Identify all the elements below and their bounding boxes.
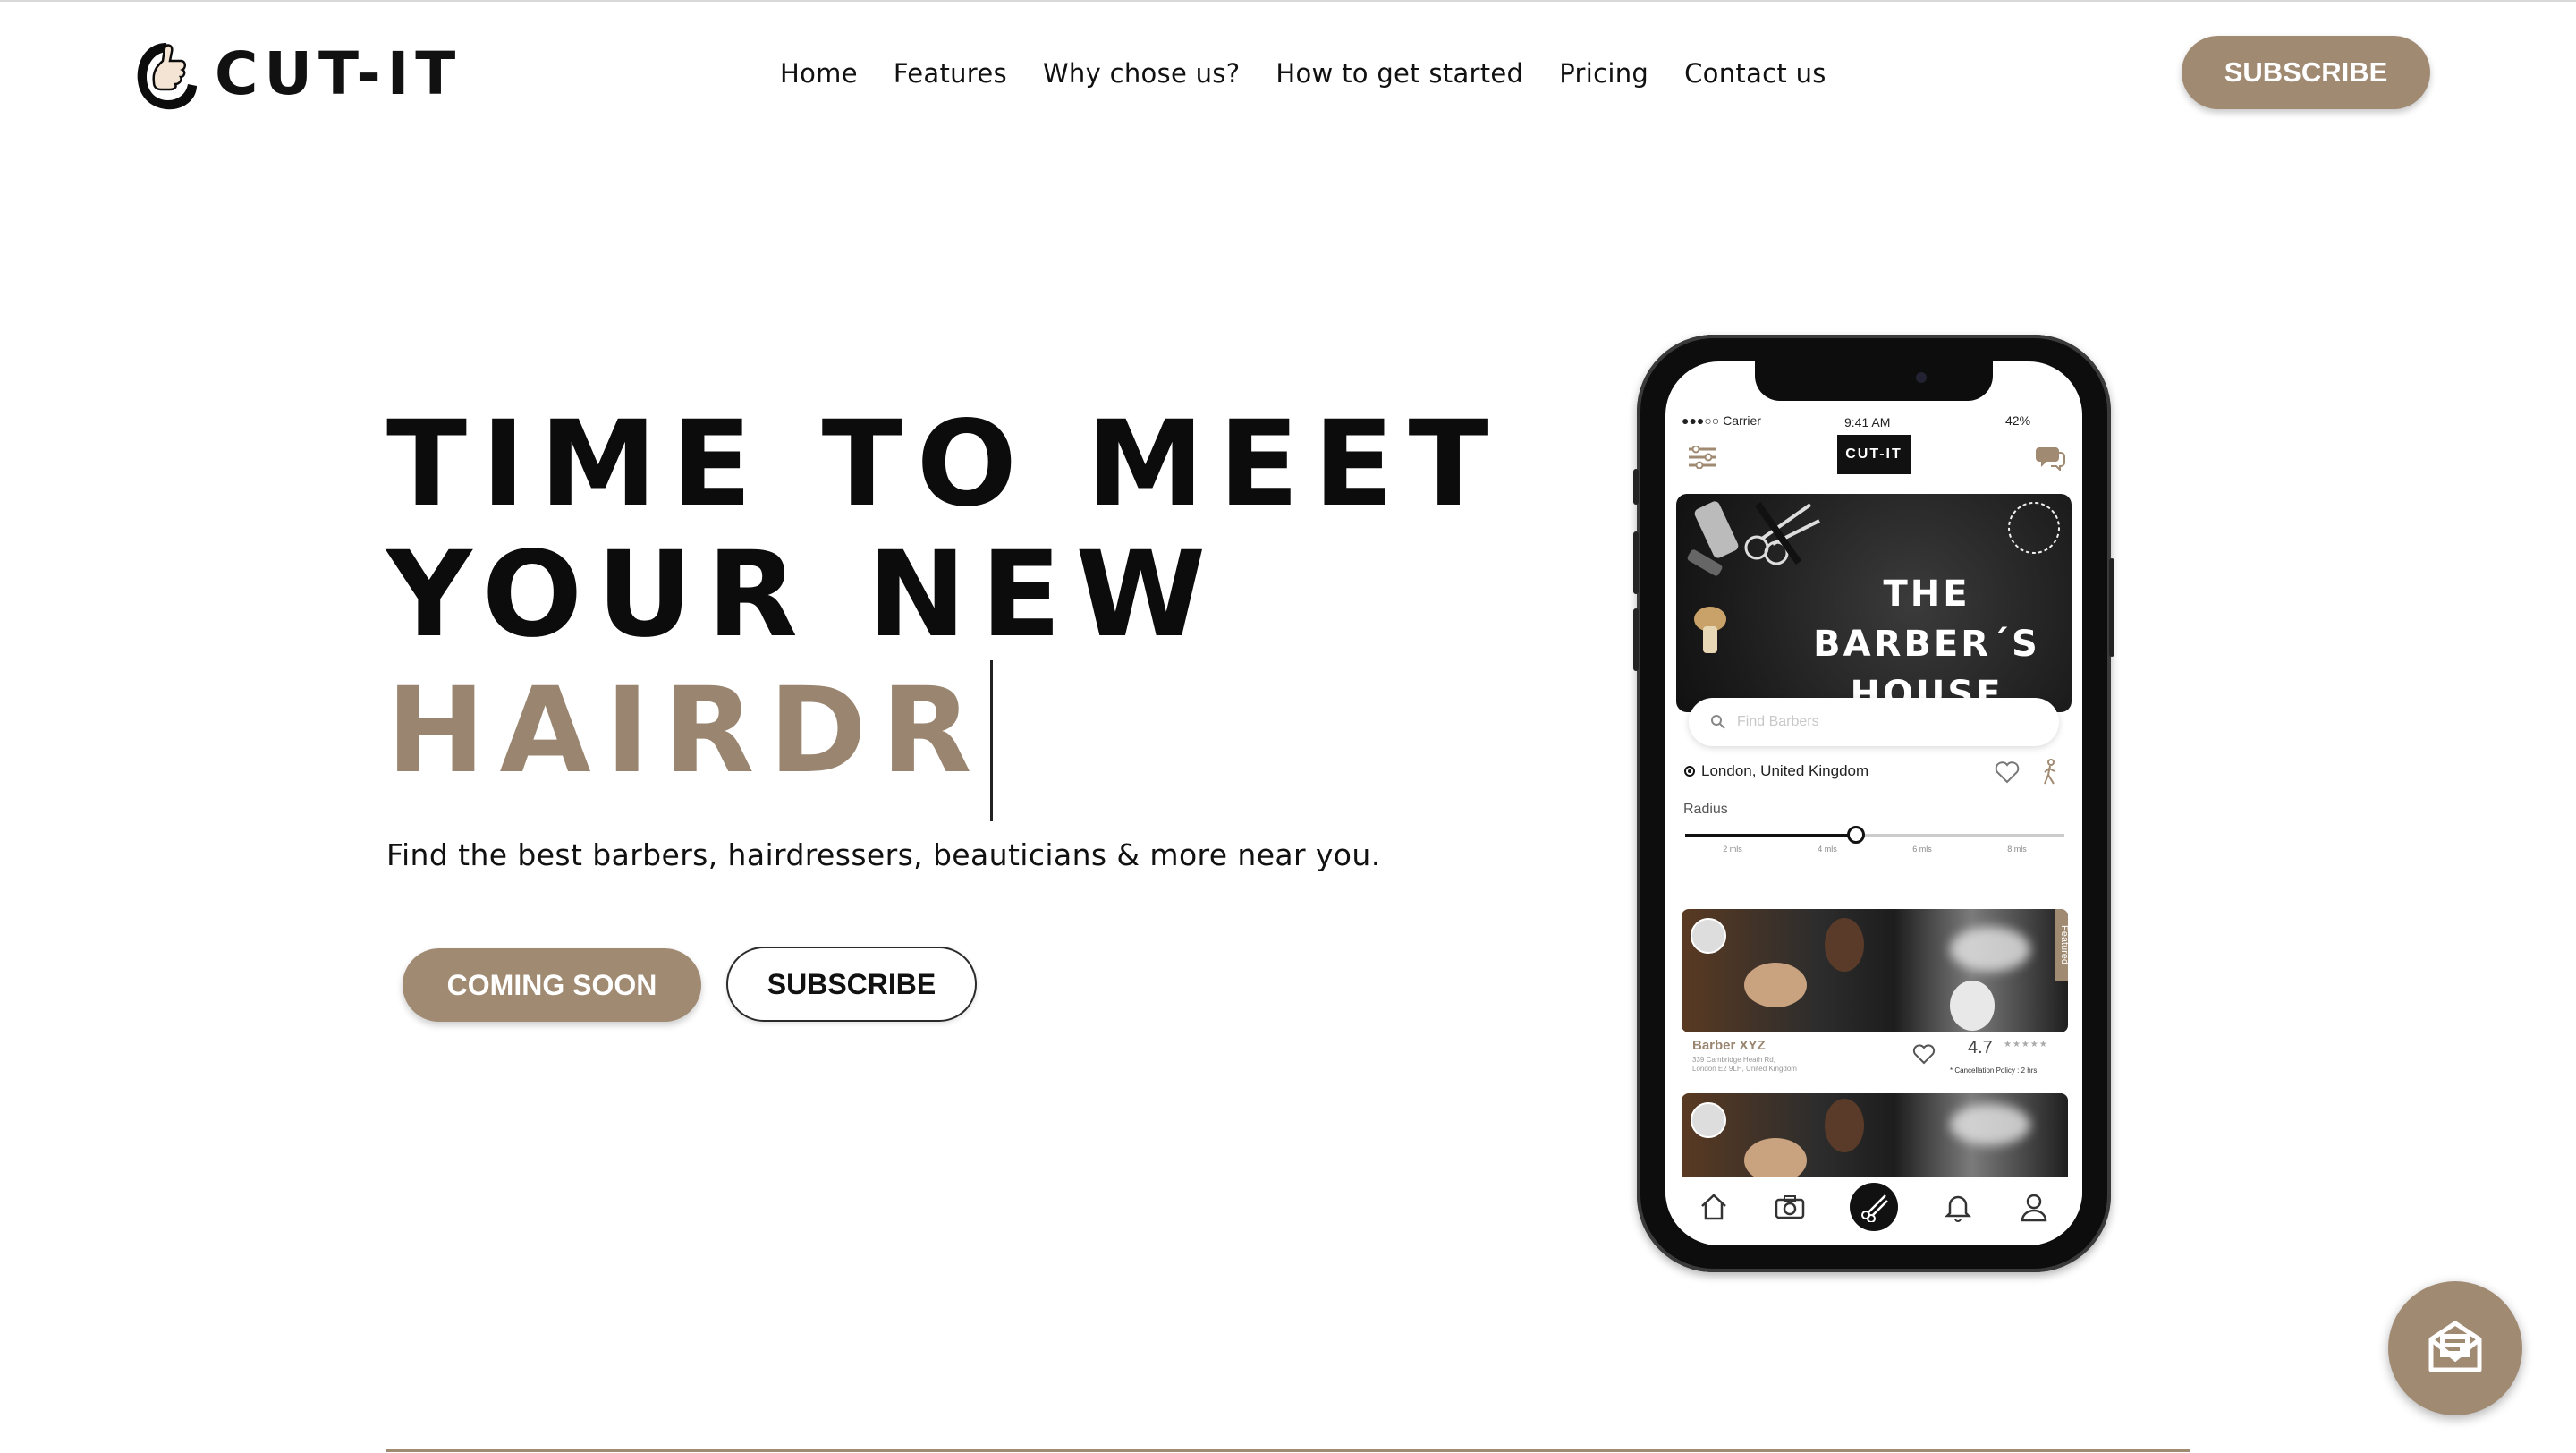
bell-icon — [1944, 1195, 1971, 1222]
tab-profile[interactable] — [2018, 1191, 2050, 1223]
camera-dot — [1916, 372, 1927, 383]
cancellation-policy: * Cancellation Policy : 2 hrs — [1950, 1066, 2038, 1075]
search-placeholder: Find Barbers — [1737, 714, 1819, 729]
barber-card-image[interactable]: Featured — [1682, 909, 2068, 1032]
banner-title: THE BARBER´S HOUSE — [1810, 569, 2043, 712]
chat-fab-button[interactable] — [2388, 1281, 2522, 1415]
typing-cursor — [989, 660, 993, 821]
client-figure — [1950, 981, 1995, 1031]
barber-name: Barber XYZ — [1692, 1038, 1766, 1053]
bottom-tab-bar — [1665, 1177, 2082, 1245]
radius-slider-fill — [1685, 834, 1856, 837]
smoke-effect — [1950, 927, 2030, 972]
typewriter-word: HAIRDR — [386, 662, 987, 800]
nav-contact-us[interactable]: Contact us — [1684, 58, 1826, 89]
hero-subtitle: Find the best barbers, hairdressers, bea… — [386, 837, 1381, 872]
chat-envelope-icon — [2428, 1321, 2482, 1372]
phone-volume-up — [1633, 531, 1639, 594]
tab-camera[interactable] — [1774, 1191, 1806, 1223]
main-nav: Home Features Why chose us? How to get s… — [780, 52, 1826, 95]
nav-why-chose-us[interactable]: Why chose us? — [1043, 58, 1240, 89]
user-icon — [2021, 1194, 2046, 1222]
header-subscribe-button[interactable]: SUBSCRIBE — [2182, 36, 2430, 109]
section-divider — [386, 1449, 2190, 1452]
location-label: London, United Kingdom — [1701, 762, 1869, 779]
status-time: 9:41 AM — [1844, 415, 1891, 429]
barber-address: 339 Cambridge Heath Rd, London E2 9LH, U… — [1692, 1056, 1797, 1073]
barber-rating: 4.7 — [1968, 1038, 1993, 1058]
card-heart-icon[interactable] — [1912, 1043, 1936, 1065]
thumbs-up-hand-logo-icon — [137, 43, 197, 110]
tab-book-cut[interactable] — [1849, 1183, 1898, 1231]
hero-heading-line-2: YOUR NEW — [386, 526, 1221, 664]
barber-card-image-2[interactable] — [1682, 1093, 2068, 1183]
rating-stars: ★★★★★ — [2004, 1040, 2048, 1049]
phone-power-button — [2109, 558, 2114, 657]
hero-subscribe-button[interactable]: SUBSCRIBE — [726, 947, 977, 1022]
barber-avatar — [1690, 918, 1726, 954]
phone-screen: ●●●○○ Carrier 9:41 AM 42% CUT-IT THE BAR… — [1665, 361, 2082, 1245]
smoke-effect — [1950, 1104, 2030, 1145]
phone-mockup: ●●●○○ Carrier 9:41 AM 42% CUT-IT THE BAR… — [1633, 335, 2114, 1272]
radius-tick: 2 mls — [1723, 845, 1742, 854]
barber-avatar — [1690, 1102, 1726, 1138]
featured-tag: Featured — [2055, 909, 2068, 981]
brand-name: CUT-IT — [215, 38, 462, 108]
hero-heading-line-1: TIME TO MEET — [386, 395, 1504, 533]
radius-tick: 8 mls — [2007, 845, 2027, 854]
chat-bubbles-icon[interactable] — [2036, 444, 2066, 471]
status-carrier: ●●●○○ Carrier — [1682, 413, 1761, 428]
radius-label: Radius — [1683, 802, 1728, 817]
barber-shop-banner[interactable]: THE BARBER´S HOUSE — [1676, 494, 2072, 712]
tab-home[interactable] — [1698, 1191, 1730, 1223]
app-logo: CUT-IT — [1837, 435, 1911, 474]
camera-icon — [1775, 1195, 1805, 1219]
coming-soon-button[interactable]: COMING SOON — [402, 948, 701, 1022]
nav-how-to-get-started[interactable]: How to get started — [1275, 58, 1523, 89]
carrier-label: Carrier — [1723, 413, 1761, 428]
phone-mute-switch — [1633, 469, 1639, 505]
phone-notch — [1755, 361, 1993, 401]
radius-slider-knob[interactable] — [1846, 826, 1865, 844]
customer-figure — [1744, 1138, 1807, 1183]
phone-volume-down — [1633, 608, 1639, 671]
scissors-icon — [1860, 1194, 1888, 1222]
hero-heading: TIME TO MEET YOUR NEW HAIRDR — [386, 399, 1504, 821]
barber-figure — [1825, 1099, 1864, 1152]
nav-features[interactable]: Features — [894, 58, 1007, 89]
status-battery: 42% — [2005, 413, 2031, 428]
banner-title-line-1: THE BARBER´S — [1813, 574, 2040, 665]
find-barbers-search[interactable]: Find Barbers — [1689, 698, 2059, 746]
barber-figure — [1825, 918, 1864, 972]
brand-logo[interactable]: CUT-IT — [132, 32, 462, 115]
location-row[interactable]: London, United Kingdom — [1683, 762, 1868, 780]
search-icon — [1711, 715, 1725, 729]
radius-slider[interactable] — [1685, 826, 2064, 844]
filter-menu-icon[interactable] — [1687, 446, 1717, 469]
location-pin-icon — [1684, 766, 1695, 777]
tab-notifications[interactable] — [1942, 1191, 1974, 1223]
nav-home[interactable]: Home — [780, 58, 858, 89]
hero-heading-line-3: HAIRDR — [386, 660, 1504, 821]
home-icon — [1701, 1194, 1727, 1220]
radius-tick: 6 mls — [1912, 845, 1932, 854]
nav-pricing[interactable]: Pricing — [1559, 58, 1648, 89]
radius-tick: 4 mls — [1818, 845, 1837, 854]
top-border — [0, 0, 2576, 2]
radius-ticks: 2 mls 4 mls 6 mls 8 mls — [1685, 845, 2064, 854]
walking-person-icon[interactable] — [2041, 759, 2059, 786]
barber-card-info[interactable]: Barber XYZ 339 Cambridge Heath Rd, Londo… — [1682, 1032, 2068, 1084]
customer-figure — [1744, 963, 1807, 1007]
favorite-heart-icon[interactable] — [1995, 760, 2020, 784]
